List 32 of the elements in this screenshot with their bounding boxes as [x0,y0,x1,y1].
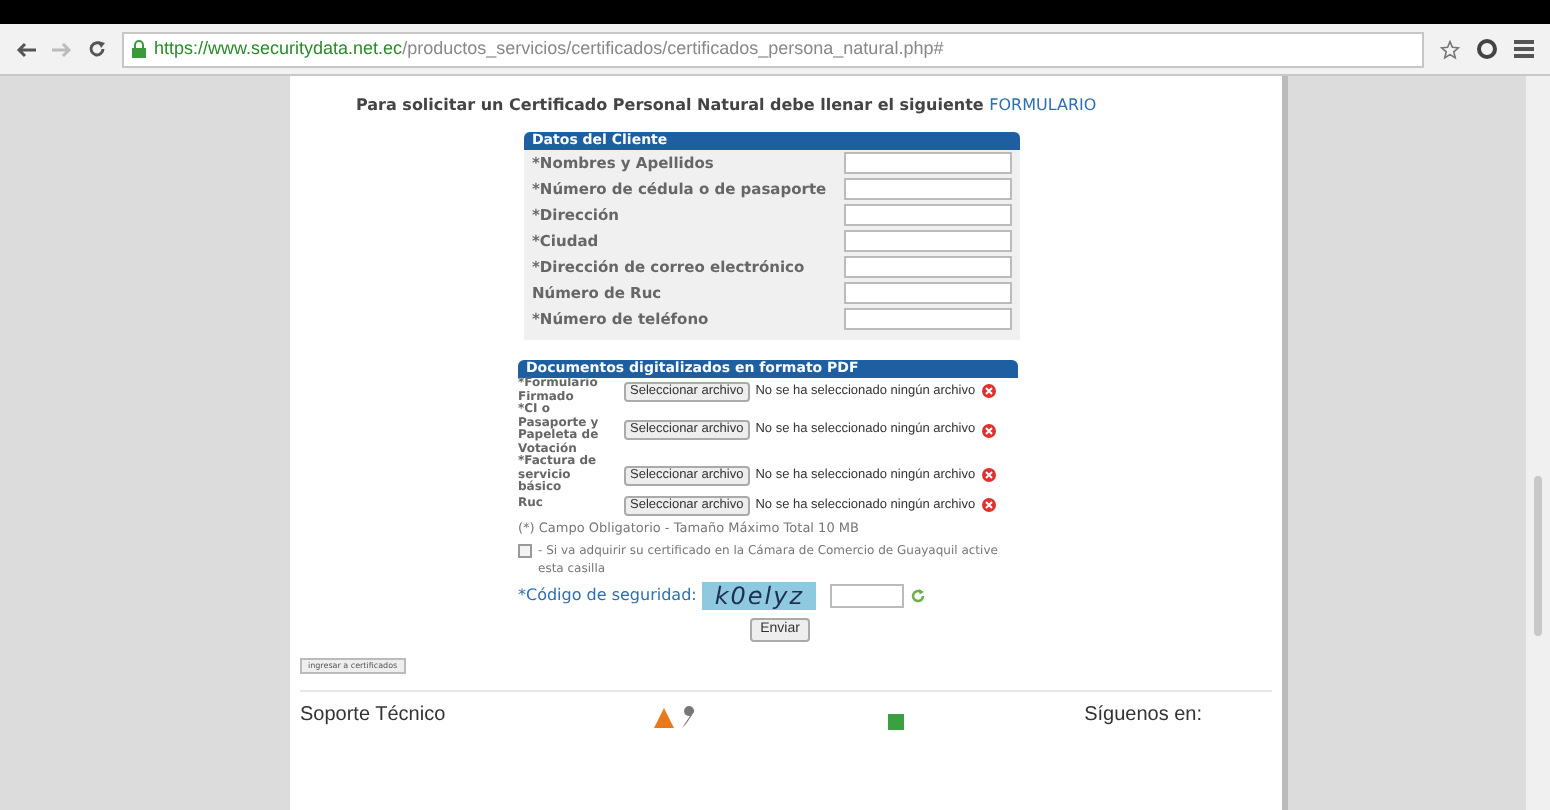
captcha-image: k0elyz [702,582,817,611]
forward-icon[interactable] [52,41,72,57]
tools-icon [653,706,698,731]
remove-icon[interactable] [981,468,996,483]
scrollbar[interactable] [1526,76,1550,810]
input-field[interactable] [844,204,1012,226]
intro-text: Para solicitar un Certificado Personal Natural debe llenar el siguiente FORMULARIO [356,94,1099,118]
follow-heading: Síguenos en: [1084,702,1202,731]
remove-icon[interactable] [981,384,996,398]
input-field[interactable] [844,282,1012,304]
input-field[interactable] [844,308,1012,330]
input-field[interactable] [844,178,1012,200]
lock-icon [132,40,146,58]
remove-icon[interactable] [981,423,996,437]
formulario-link[interactable]: FORMULARIO [989,96,1097,114]
captcha-label: *Código de seguridad: [518,584,697,609]
refresh-icon[interactable] [910,588,927,605]
support-heading: Soporte Técnico [300,702,446,731]
back-icon[interactable] [16,41,36,57]
captcha-field[interactable] [830,584,905,609]
address-bar[interactable]: https://www.securitydata.net.ec/productos_servicios/certificados/certificados_persona_natural.php# [122,31,1424,67]
star-icon[interactable] [1440,39,1460,59]
chamber-checkbox[interactable] [518,544,532,559]
social-icon[interactable] [888,714,905,731]
input-field[interactable] [844,230,1012,252]
reload-icon[interactable] [88,40,106,58]
input-field[interactable] [844,152,1012,174]
url-text: https://www.securitydata.net.ec/productos_servicios/certificados/certificados_persona_natural.php# [154,35,944,62]
remove-icon[interactable] [981,498,996,512]
input-field[interactable] [844,256,1012,278]
extension-icon[interactable] [1476,38,1498,60]
menu-icon[interactable] [1514,40,1534,58]
